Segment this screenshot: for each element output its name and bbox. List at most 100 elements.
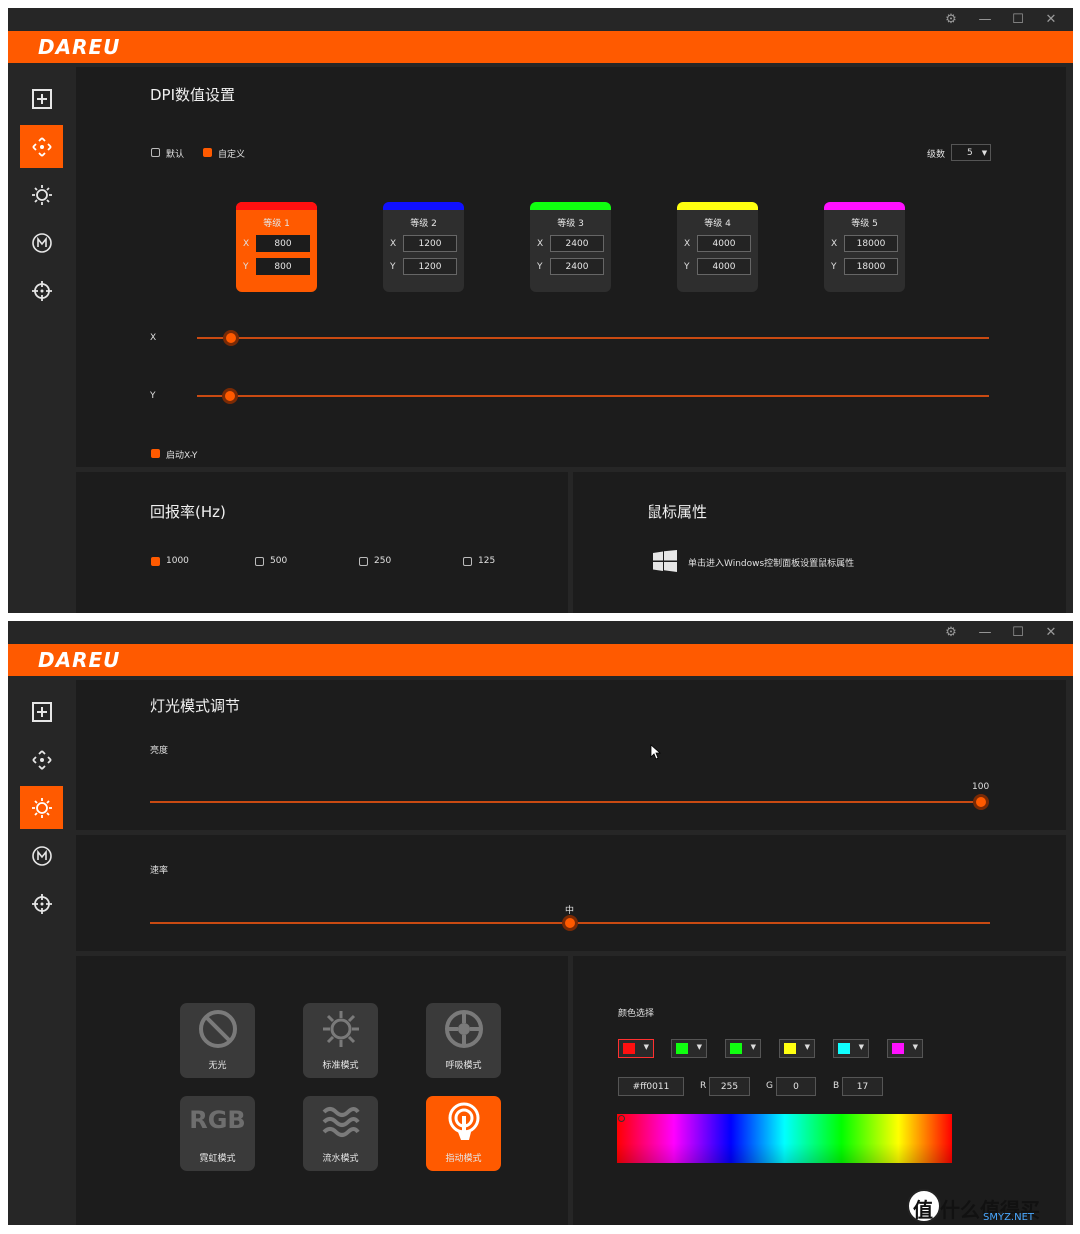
- xy-toggle-checkbox[interactable]: [151, 449, 160, 458]
- b-input[interactable]: 17: [842, 1077, 883, 1096]
- dpi-level-card[interactable]: 等级 5 X 18000 Y 18000: [824, 202, 905, 292]
- sidebar-item-dpi[interactable]: [20, 738, 63, 781]
- y-axis-label: Y: [537, 262, 543, 272]
- speed-label: 速率: [150, 866, 169, 876]
- level-x-input[interactable]: 1200: [403, 235, 457, 252]
- color-swatch[interactable]: ▼: [779, 1039, 815, 1058]
- level-y-input[interactable]: 18000: [844, 258, 898, 275]
- dropdown-arrow-icon: ▼: [858, 1043, 864, 1051]
- custom-label: 自定义: [218, 150, 246, 160]
- mode-neon[interactable]: RGB 霓虹模式: [180, 1096, 255, 1171]
- color-swatch[interactable]: ▼: [833, 1039, 869, 1058]
- color-swatch[interactable]: ▼: [671, 1039, 707, 1058]
- sidebar-item-m-mode[interactable]: [20, 221, 63, 264]
- level-x-input[interactable]: 4000: [697, 235, 751, 252]
- rate-1000-checkbox[interactable]: [151, 557, 160, 566]
- sidebar-item-dpi[interactable]: [20, 125, 63, 168]
- crosshair-icon: [31, 280, 52, 301]
- minimize-button[interactable]: —: [972, 10, 998, 29]
- brand-bar: DAREU: [8, 31, 1073, 63]
- mode-label: 指动模式: [445, 1154, 482, 1164]
- brightness-panel: 灯光模式调节 亮度 100: [76, 680, 1066, 830]
- x-axis-label: X: [831, 239, 838, 249]
- hex-input[interactable]: #ff0011: [618, 1077, 684, 1096]
- level-x-input[interactable]: 800: [256, 235, 310, 252]
- windows-logo-icon[interactable]: [653, 550, 677, 572]
- no-light-icon: [199, 1010, 237, 1048]
- control-panel-link[interactable]: 单击进入Windows控制面板设置鼠标属性: [688, 556, 854, 569]
- sidebar-item-macro[interactable]: [20, 690, 63, 733]
- maximize-button[interactable]: ☐: [1005, 10, 1031, 29]
- brightness-slider-thumb[interactable]: [973, 794, 989, 810]
- dpi-level-card[interactable]: 等级 4 X 4000 Y 4000: [677, 202, 758, 292]
- mouse-props-panel: 鼠标属性 单击进入Windows控制面板设置鼠标属性: [573, 472, 1066, 613]
- x-slider-thumb[interactable]: [223, 330, 239, 346]
- b-label: B: [833, 1081, 840, 1091]
- sidebar-item-lighting[interactable]: [20, 786, 63, 829]
- minimize-button[interactable]: —: [972, 623, 998, 642]
- sidebar-item-macro[interactable]: [20, 77, 63, 120]
- mode-no-light[interactable]: 无光: [180, 1003, 255, 1078]
- speed-panel: 速率 中: [76, 835, 1066, 951]
- sidebar-item-m-mode[interactable]: [20, 834, 63, 877]
- dpi-level-card[interactable]: 等级 1 X 800 Y 800: [236, 202, 317, 292]
- sidebar-item-target[interactable]: [20, 269, 63, 312]
- dpi-level-card[interactable]: 等级 3 X 2400 Y 2400: [530, 202, 611, 292]
- mode-touch[interactable]: 指动模式: [426, 1096, 501, 1171]
- color-swatch[interactable]: ▼: [725, 1039, 761, 1058]
- speed-slider-thumb[interactable]: [562, 915, 578, 931]
- y-slider-label: Y: [150, 391, 156, 401]
- swatch-color: [784, 1043, 796, 1054]
- levels-select[interactable]: 5 ▼: [951, 144, 991, 161]
- picker-marker[interactable]: [618, 1115, 625, 1122]
- x-axis-label: X: [684, 239, 691, 249]
- close-button[interactable]: ✕: [1038, 623, 1064, 642]
- level-x-input[interactable]: 18000: [844, 235, 898, 252]
- level-y-input[interactable]: 2400: [550, 258, 604, 275]
- sidebar-item-target[interactable]: [20, 882, 63, 925]
- rate-500-checkbox[interactable]: [255, 557, 264, 566]
- mode-label: 标准模式: [322, 1061, 359, 1071]
- dpi-level-card[interactable]: 等级 2 X 1200 Y 1200: [383, 202, 464, 292]
- level-x-input[interactable]: 2400: [550, 235, 604, 252]
- level-y-input[interactable]: 1200: [403, 258, 457, 275]
- color-spectrum-picker[interactable]: [617, 1114, 952, 1163]
- settings-gear-icon[interactable]: ⚙: [938, 623, 964, 642]
- level-y-input[interactable]: 800: [256, 258, 310, 275]
- sidebar-item-lighting[interactable]: [20, 173, 63, 216]
- brightness-slider-track[interactable]: [150, 801, 982, 803]
- rate-1000-label: 1000: [166, 556, 189, 566]
- level-name: 等级 5: [851, 219, 878, 229]
- custom-checkbox[interactable]: [203, 148, 212, 157]
- y-slider-thumb[interactable]: [222, 388, 238, 404]
- wave-icon: [322, 1107, 360, 1137]
- rate-250-checkbox[interactable]: [359, 557, 368, 566]
- rgb-icon: RGB: [189, 1106, 246, 1134]
- color-swatch[interactable]: ▼: [887, 1039, 923, 1058]
- mode-standard[interactable]: 标准模式: [303, 1003, 378, 1078]
- dropdown-arrow-icon: ▼: [750, 1043, 756, 1051]
- mode-breathing[interactable]: 呼吸模式: [426, 1003, 501, 1078]
- maximize-button[interactable]: ☐: [1005, 623, 1031, 642]
- rate-500-label: 500: [270, 556, 288, 566]
- level-color-bar: [236, 202, 317, 210]
- watermark-sub: SMYZ.NET: [983, 1212, 1035, 1223]
- sidebar: [8, 63, 72, 613]
- close-button[interactable]: ✕: [1038, 10, 1064, 29]
- level-y-input[interactable]: 4000: [697, 258, 751, 275]
- title-bar: ⚙ — ☐ ✕: [8, 8, 1073, 31]
- default-checkbox[interactable]: [151, 148, 160, 157]
- color-swatch[interactable]: ▼: [618, 1039, 654, 1058]
- swatch-color: [838, 1043, 850, 1054]
- r-input[interactable]: 255: [709, 1077, 750, 1096]
- rate-125-checkbox[interactable]: [463, 557, 472, 566]
- default-label: 默认: [166, 150, 185, 160]
- mode-flowing[interactable]: 流水模式: [303, 1096, 378, 1171]
- g-input[interactable]: 0: [776, 1077, 816, 1096]
- y-slider-track[interactable]: [197, 395, 989, 397]
- brand-bar: DAREU: [8, 644, 1073, 676]
- sun-icon: [323, 1011, 359, 1047]
- x-slider-track[interactable]: [197, 337, 989, 339]
- sidebar: [8, 676, 72, 1225]
- settings-gear-icon[interactable]: ⚙: [938, 10, 964, 29]
